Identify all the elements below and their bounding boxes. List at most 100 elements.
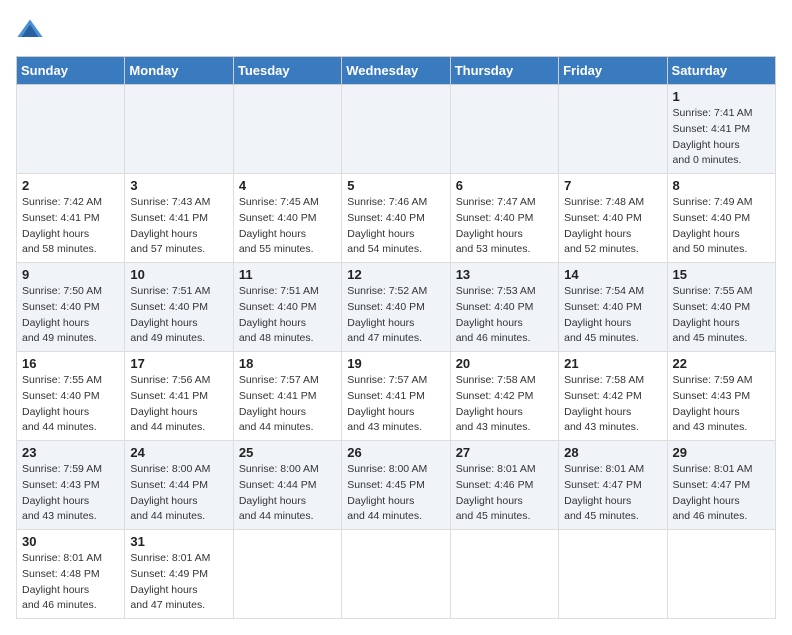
calendar-cell: 9Sunrise: 7:50 AMSunset: 4:40 PMDaylight… bbox=[17, 263, 125, 352]
day-number: 16 bbox=[22, 356, 119, 371]
day-info: Sunrise: 7:42 AMSunset: 4:41 PMDaylight … bbox=[22, 195, 119, 258]
calendar-cell bbox=[667, 530, 775, 619]
day-info: Sunrise: 7:55 AMSunset: 4:40 PMDaylight … bbox=[673, 284, 770, 347]
day-number: 15 bbox=[673, 267, 770, 282]
day-info: Sunrise: 7:41 AMSunset: 4:41 PMDaylight … bbox=[673, 106, 770, 169]
day-info: Sunrise: 7:46 AMSunset: 4:40 PMDaylight … bbox=[347, 195, 444, 258]
day-number: 17 bbox=[130, 356, 227, 371]
day-number: 31 bbox=[130, 534, 227, 549]
calendar-cell: 12 Sunrise: 7:52 AMSunset: 4:40 PMDayligh… bbox=[342, 263, 450, 352]
calendar-cell: 4 Sunrise: 7:45 AMSunset: 4:40 PMDaylight… bbox=[233, 174, 341, 263]
weekday-header: Wednesday bbox=[342, 57, 450, 85]
day-number: 7 bbox=[564, 178, 661, 193]
day-number: 22 bbox=[673, 356, 770, 371]
day-info: Sunrise: 7:51 AMSunset: 4:40 PMDaylight … bbox=[130, 284, 227, 347]
day-info: Sunrise: 8:00 AMSunset: 4:44 PMDaylight … bbox=[130, 462, 227, 525]
day-number: 13 bbox=[456, 267, 553, 282]
day-info: Sunrise: 7:54 AMSunset: 4:40 PMDaylight … bbox=[564, 284, 661, 347]
day-info: Sunrise: 8:01 AMSunset: 4:47 PMDaylight … bbox=[564, 462, 661, 525]
day-info: Sunrise: 7:48 AMSunset: 4:40 PMDaylight … bbox=[564, 195, 661, 258]
day-number: 10 bbox=[130, 267, 227, 282]
calendar-cell: 3 Sunrise: 7:43 AMSunset: 4:41 PMDaylight… bbox=[125, 174, 233, 263]
day-number: 21 bbox=[564, 356, 661, 371]
day-number: 19 bbox=[347, 356, 444, 371]
calendar-cell bbox=[342, 85, 450, 174]
calendar-week: 16 Sunrise: 7:55 AMSunset: 4:40 PMDayligh… bbox=[17, 352, 776, 441]
calendar-cell bbox=[342, 530, 450, 619]
day-number: 2 bbox=[22, 178, 119, 193]
weekday-header: Tuesday bbox=[233, 57, 341, 85]
calendar-week: 2 Sunrise: 7:42 AMSunset: 4:41 PMDaylight… bbox=[17, 174, 776, 263]
calendar-cell: 13 Sunrise: 7:53 AMSunset: 4:40 PMDayligh… bbox=[450, 263, 558, 352]
day-info: Sunrise: 7:43 AMSunset: 4:41 PMDaylight … bbox=[130, 195, 227, 258]
day-info: Sunrise: 7:45 AMSunset: 4:40 PMDaylight … bbox=[239, 195, 336, 258]
calendar-cell: 14 Sunrise: 7:54 AMSunset: 4:40 PMDayligh… bbox=[559, 263, 667, 352]
weekday-header: Saturday bbox=[667, 57, 775, 85]
day-info: Sunrise: 7:56 AMSunset: 4:41 PMDaylight … bbox=[130, 373, 227, 436]
day-info: Sunrise: 7:57 AMSunset: 4:41 PMDaylight … bbox=[239, 373, 336, 436]
day-number: 1 bbox=[673, 89, 770, 104]
day-number: 14 bbox=[564, 267, 661, 282]
day-number: 27 bbox=[456, 445, 553, 460]
day-number: 20 bbox=[456, 356, 553, 371]
logo bbox=[16, 16, 48, 44]
day-info: Sunrise: 7:59 AMSunset: 4:43 PMDaylight … bbox=[22, 462, 119, 525]
calendar-cell: 29Sunrise: 8:01 AMSunset: 4:47 PMDayligh… bbox=[667, 441, 775, 530]
day-info: Sunrise: 7:59 AMSunset: 4:43 PMDaylight … bbox=[673, 373, 770, 436]
weekday-header: Thursday bbox=[450, 57, 558, 85]
day-number: 6 bbox=[456, 178, 553, 193]
day-number: 28 bbox=[564, 445, 661, 460]
weekday-header: Sunday bbox=[17, 57, 125, 85]
day-info: Sunrise: 8:00 AMSunset: 4:45 PMDaylight … bbox=[347, 462, 444, 525]
calendar-cell: 2 Sunrise: 7:42 AMSunset: 4:41 PMDaylight… bbox=[17, 174, 125, 263]
day-number: 5 bbox=[347, 178, 444, 193]
day-info: Sunrise: 7:58 AMSunset: 4:42 PMDaylight … bbox=[456, 373, 553, 436]
day-info: Sunrise: 7:53 AMSunset: 4:40 PMDaylight … bbox=[456, 284, 553, 347]
day-number: 4 bbox=[239, 178, 336, 193]
calendar-cell: 16 Sunrise: 7:55 AMSunset: 4:40 PMDayligh… bbox=[17, 352, 125, 441]
calendar-cell: 1 Sunrise: 7:41 AMSunset: 4:41 PMDaylight… bbox=[667, 85, 775, 174]
calendar-cell: 22 Sunrise: 7:59 AMSunset: 4:43 PMDayligh… bbox=[667, 352, 775, 441]
calendar-cell: 30 Sunrise: 8:01 AMSunset: 4:48 PMDayligh… bbox=[17, 530, 125, 619]
calendar-cell: 10 Sunrise: 7:51 AMSunset: 4:40 PMDayligh… bbox=[125, 263, 233, 352]
day-number: 26 bbox=[347, 445, 444, 460]
calendar-cell bbox=[559, 530, 667, 619]
calendar-cell bbox=[17, 85, 125, 174]
day-number: 30 bbox=[22, 534, 119, 549]
calendar-cell: 27Sunrise: 8:01 AMSunset: 4:46 PMDayligh… bbox=[450, 441, 558, 530]
day-number: 18 bbox=[239, 356, 336, 371]
calendar-cell bbox=[233, 530, 341, 619]
calendar-week: 1 Sunrise: 7:41 AMSunset: 4:41 PMDaylight… bbox=[17, 85, 776, 174]
day-number: 23 bbox=[22, 445, 119, 460]
day-info: Sunrise: 7:47 AMSunset: 4:40 PMDaylight … bbox=[456, 195, 553, 258]
calendar-cell: 24Sunrise: 8:00 AMSunset: 4:44 PMDayligh… bbox=[125, 441, 233, 530]
calendar-cell: 25Sunrise: 8:00 AMSunset: 4:44 PMDayligh… bbox=[233, 441, 341, 530]
calendar-cell: 19Sunrise: 7:57 AMSunset: 4:41 PMDayligh… bbox=[342, 352, 450, 441]
day-info: Sunrise: 7:52 AMSunset: 4:40 PMDaylight … bbox=[347, 284, 444, 347]
day-number: 12 bbox=[347, 267, 444, 282]
day-number: 25 bbox=[239, 445, 336, 460]
day-number: 3 bbox=[130, 178, 227, 193]
calendar-cell bbox=[450, 530, 558, 619]
calendar-cell bbox=[233, 85, 341, 174]
calendar-cell: 5 Sunrise: 7:46 AMSunset: 4:40 PMDaylight… bbox=[342, 174, 450, 263]
day-info: Sunrise: 8:01 AMSunset: 4:48 PMDaylight … bbox=[22, 551, 119, 614]
calendar-body: 1 Sunrise: 7:41 AMSunset: 4:41 PMDaylight… bbox=[17, 85, 776, 619]
calendar-cell: 6 Sunrise: 7:47 AMSunset: 4:40 PMDaylight… bbox=[450, 174, 558, 263]
calendar-table: SundayMondayTuesdayWednesdayThursdayFrid… bbox=[16, 56, 776, 619]
calendar-cell: 26 Sunrise: 8:00 AMSunset: 4:45 PMDayligh… bbox=[342, 441, 450, 530]
calendar-cell: 17 Sunrise: 7:56 AMSunset: 4:41 PMDayligh… bbox=[125, 352, 233, 441]
weekday-row: SundayMondayTuesdayWednesdayThursdayFrid… bbox=[17, 57, 776, 85]
calendar-cell: 7 Sunrise: 7:48 AMSunset: 4:40 PMDaylight… bbox=[559, 174, 667, 263]
day-info: Sunrise: 7:49 AMSunset: 4:40 PMDaylight … bbox=[673, 195, 770, 258]
calendar-cell: 28 Sunrise: 8:01 AMSunset: 4:47 PMDayligh… bbox=[559, 441, 667, 530]
calendar-header: SundayMondayTuesdayWednesdayThursdayFrid… bbox=[17, 57, 776, 85]
day-info: Sunrise: 7:50 AMSunset: 4:40 PMDaylight … bbox=[22, 284, 119, 347]
day-info: Sunrise: 8:01 AMSunset: 4:47 PMDaylight … bbox=[673, 462, 770, 525]
calendar-week: 30 Sunrise: 8:01 AMSunset: 4:48 PMDayligh… bbox=[17, 530, 776, 619]
page-header bbox=[16, 16, 776, 44]
calendar-cell: 31Sunrise: 8:01 AMSunset: 4:49 PMDayligh… bbox=[125, 530, 233, 619]
calendar-cell: 15 Sunrise: 7:55 AMSunset: 4:40 PMDayligh… bbox=[667, 263, 775, 352]
day-number: 11 bbox=[239, 267, 336, 282]
day-info: Sunrise: 7:55 AMSunset: 4:40 PMDaylight … bbox=[22, 373, 119, 436]
